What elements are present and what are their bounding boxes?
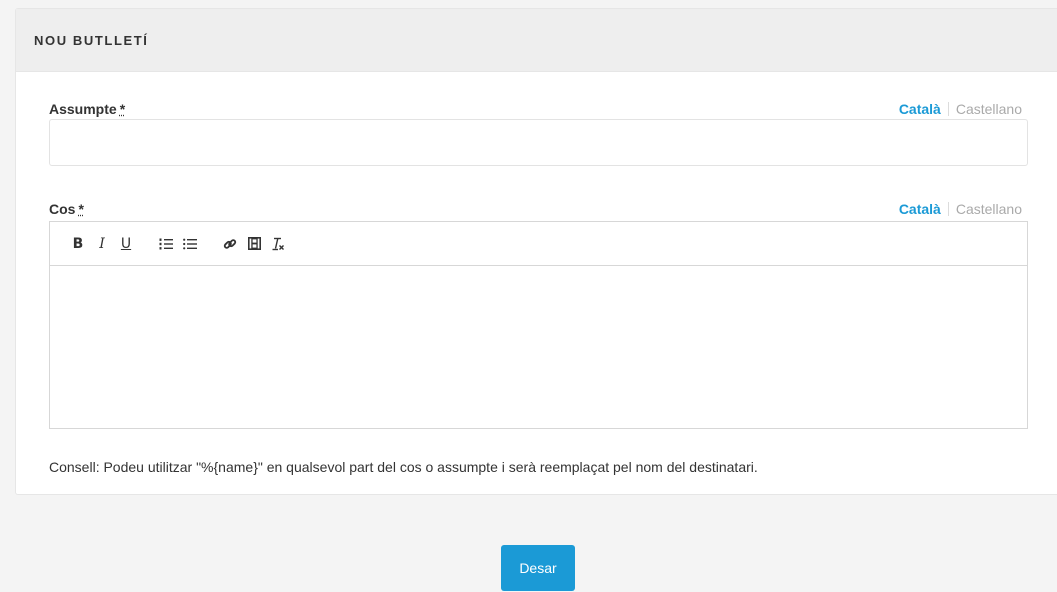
clear-format-icon[interactable]: [266, 232, 290, 256]
subject-input[interactable]: [49, 119, 1028, 166]
required-mark: *: [78, 201, 84, 217]
italic-icon[interactable]: I: [90, 232, 114, 256]
bullet-list-icon[interactable]: [178, 232, 202, 256]
lang-divider: [947, 102, 949, 116]
subject-label-row: Assumpte * Català Castellano: [49, 101, 1022, 117]
newsletter-panel: NOU BUTLLETÍ Assumpte * Català Castellano…: [15, 8, 1057, 495]
subject-lang-castellano[interactable]: Castellano: [956, 101, 1022, 117]
save-button[interactable]: Desar: [501, 545, 575, 591]
body-lang-castellano[interactable]: Castellano: [956, 201, 1022, 217]
bold-icon[interactable]: B: [66, 232, 90, 256]
body-lang-catala[interactable]: Català: [899, 201, 941, 217]
editor-content-area[interactable]: [50, 266, 1027, 429]
subject-lang-catala[interactable]: Català: [899, 101, 941, 117]
required-mark: *: [119, 101, 126, 117]
panel-header: NOU BUTLLETÍ: [16, 9, 1057, 72]
rich-text-editor: B I U: [49, 221, 1028, 429]
lang-divider: [947, 202, 949, 216]
video-icon[interactable]: [242, 232, 266, 256]
body-label-group: Cos *: [49, 201, 84, 217]
subject-language-switch: Català Castellano: [899, 101, 1022, 117]
panel-title: NOU BUTLLETÍ: [34, 32, 149, 48]
hint-text: Consell: Podeu utilitzar "%{name}" en qu…: [49, 459, 758, 475]
link-icon[interactable]: [218, 232, 242, 256]
subject-label: Assumpte: [49, 101, 117, 117]
body-label: Cos: [49, 201, 76, 217]
ordered-list-icon[interactable]: [154, 232, 178, 256]
subject-label-group: Assumpte *: [49, 101, 125, 117]
editor-toolbar: B I U: [50, 222, 1027, 266]
underline-icon[interactable]: U: [114, 232, 138, 256]
body-label-row: Cos * Català Castellano: [49, 201, 1022, 217]
body-language-switch: Català Castellano: [899, 201, 1022, 217]
